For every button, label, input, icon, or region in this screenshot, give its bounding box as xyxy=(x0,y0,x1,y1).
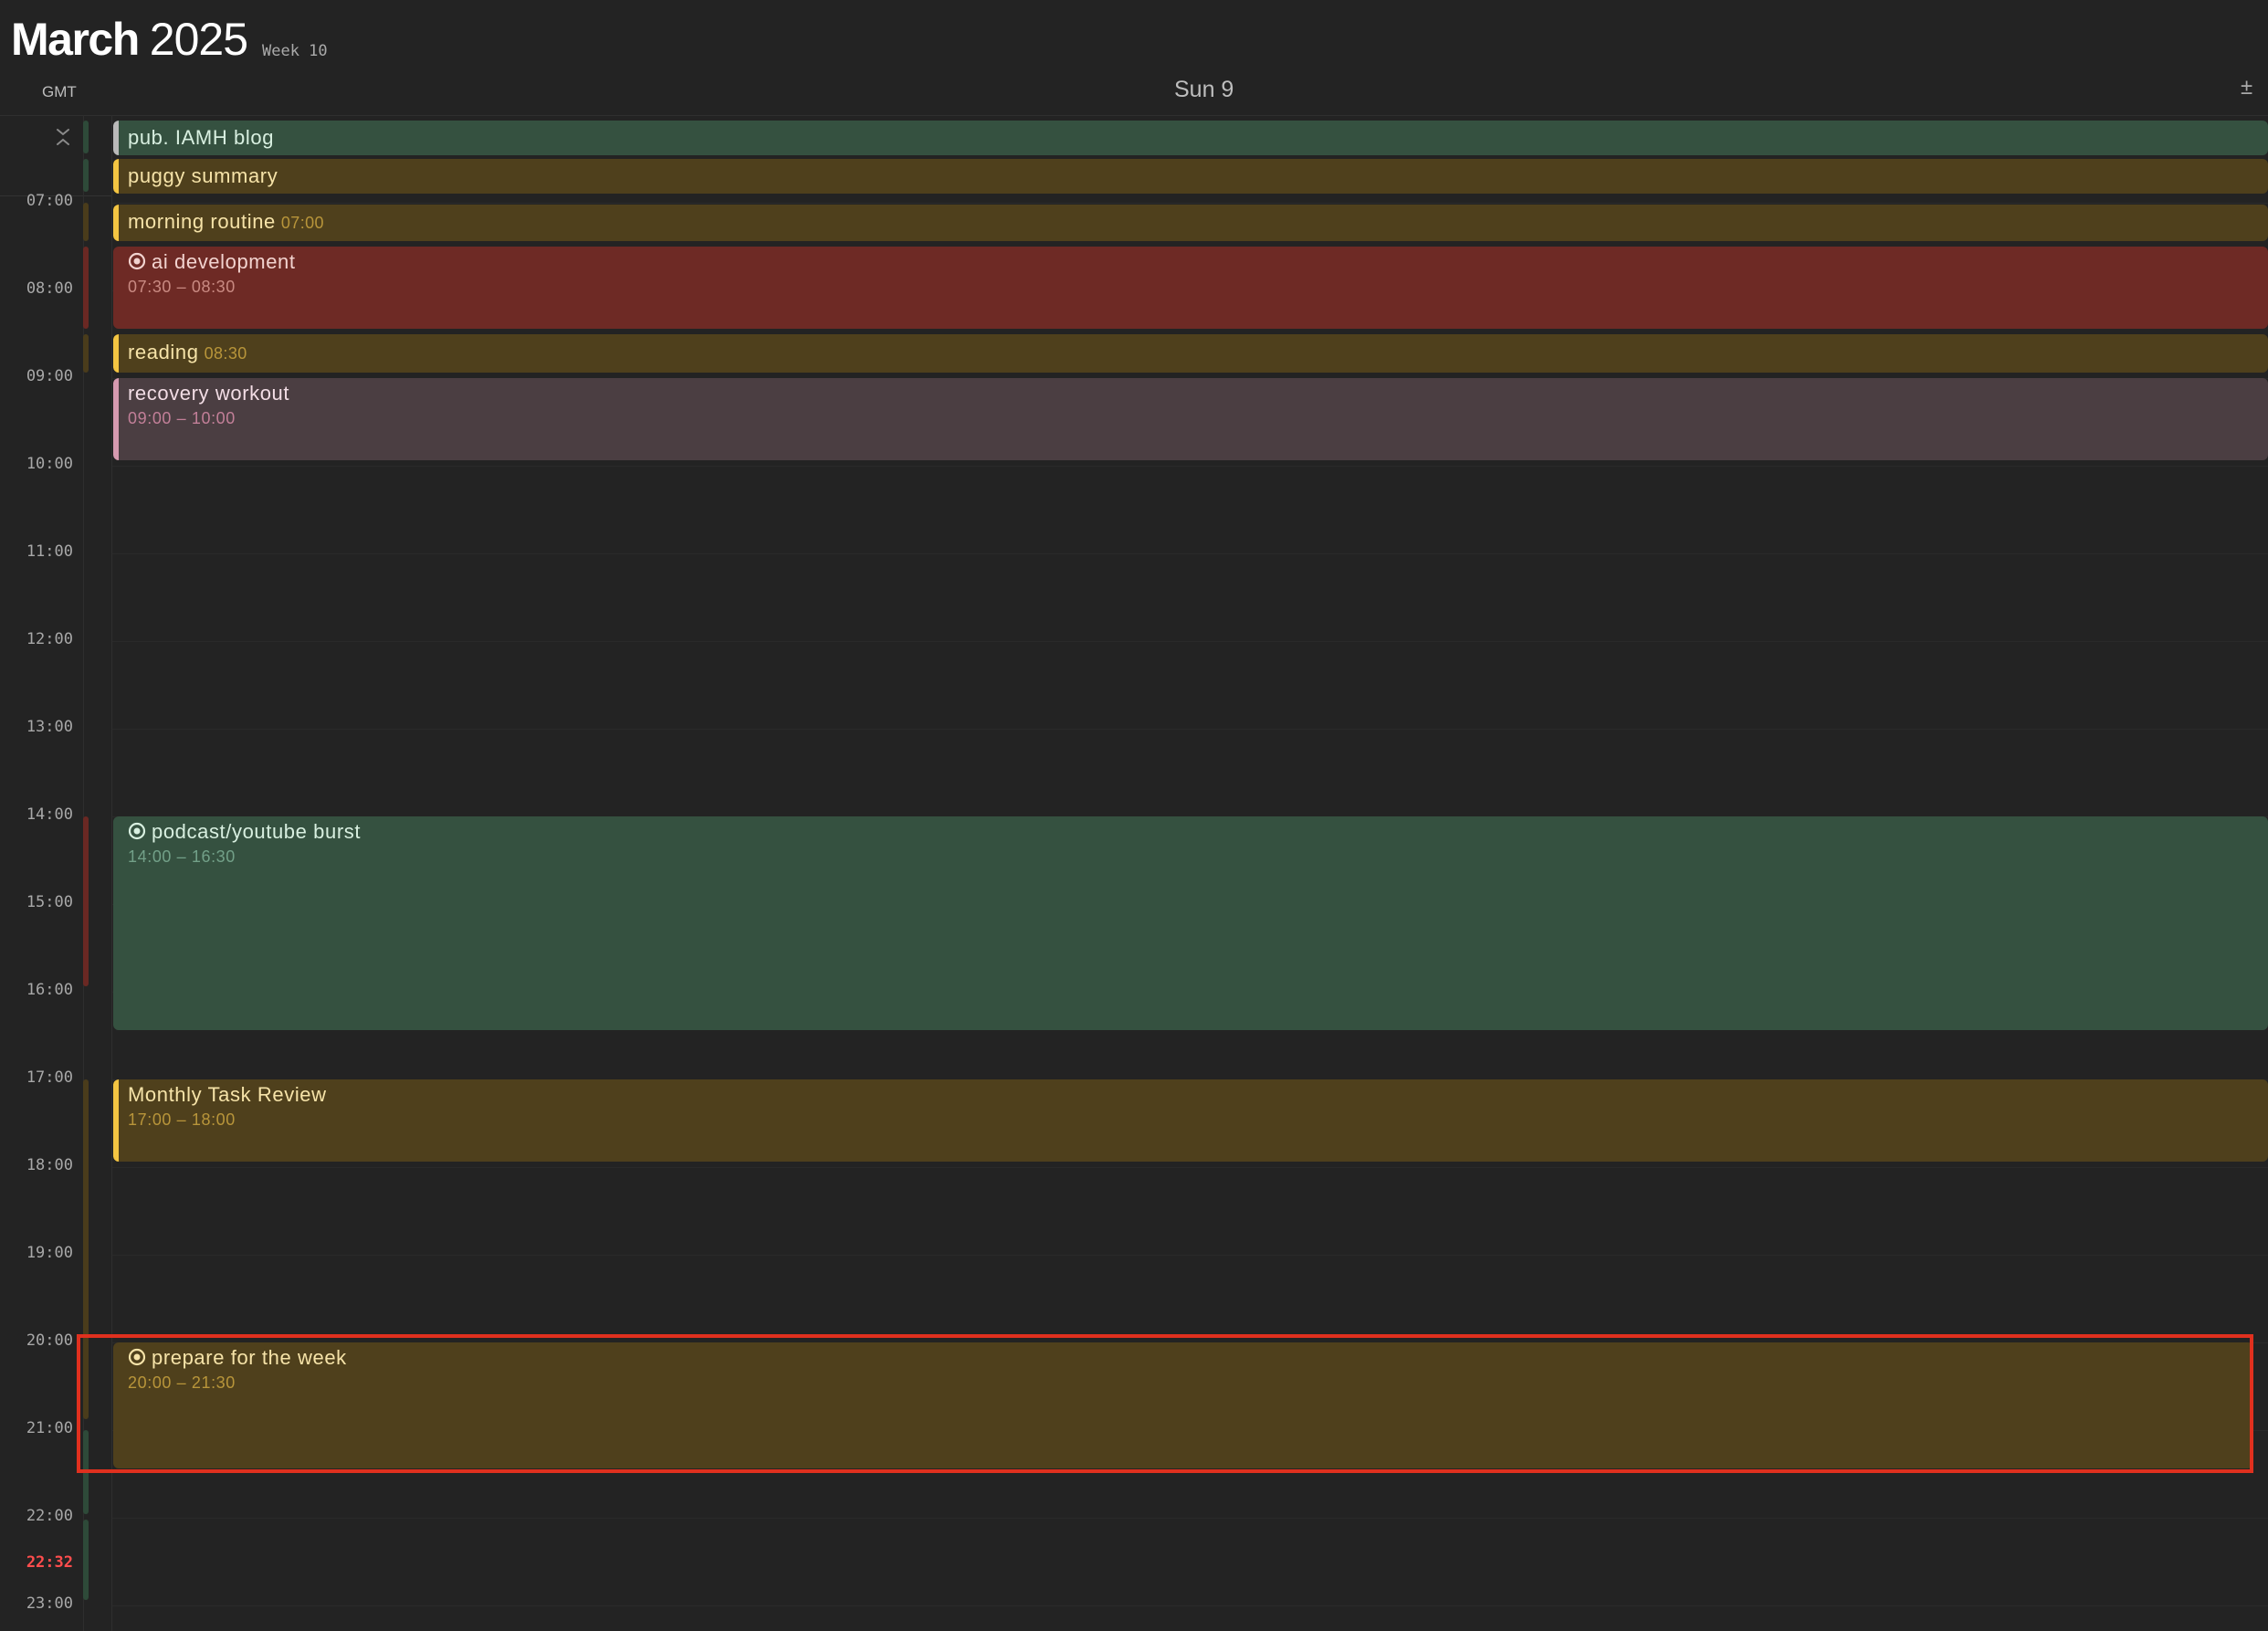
hour-gridline xyxy=(112,1167,2268,1168)
hour-label: 07:00 xyxy=(26,192,73,210)
selection-highlight xyxy=(77,1334,2253,1473)
hour-label: 08:00 xyxy=(26,279,73,298)
hour-gridline xyxy=(112,729,2268,730)
timeline-marker xyxy=(83,1520,89,1600)
hour-label: 10:00 xyxy=(26,455,73,473)
hour-label: 17:00 xyxy=(26,1068,73,1087)
target-icon xyxy=(128,252,146,276)
event-time: 09:00 – 10:00 xyxy=(128,409,236,427)
hour-gridline xyxy=(112,1518,2268,1519)
zoom-toggle-icon[interactable]: ± xyxy=(2241,75,2252,100)
event-time: 08:30 xyxy=(204,344,247,363)
event-title: reading xyxy=(128,341,199,363)
event-color-bar xyxy=(113,334,119,373)
hour-label: 14:00 xyxy=(26,805,73,824)
hour-label: 15:00 xyxy=(26,893,73,911)
event-time: 07:30 – 08:30 xyxy=(128,278,236,296)
event-title: podcast/youtube burst xyxy=(152,820,362,843)
current-time-label: 22:32 xyxy=(26,1553,73,1572)
event-color-bar xyxy=(113,1079,119,1162)
hour-label: 19:00 xyxy=(26,1244,73,1262)
timeline-marker xyxy=(83,816,89,986)
all-day-event[interactable]: puggy summary xyxy=(113,159,2268,194)
timeline-marker xyxy=(83,247,89,329)
hour-gridline xyxy=(112,641,2268,642)
event-time: 07:00 xyxy=(280,214,324,232)
calendar-event[interactable]: reading 08:30 xyxy=(113,334,2268,373)
calendar-header: March 2025 Week 10 xyxy=(11,7,328,66)
event-color-bar xyxy=(113,205,119,241)
timeline-marker xyxy=(83,203,89,241)
hour-gridline xyxy=(112,1605,2268,1606)
timeline-marker xyxy=(83,334,89,373)
day-header[interactable]: Sun 9 xyxy=(1174,77,1234,103)
event-title: recovery workout xyxy=(128,382,290,405)
hour-gridline xyxy=(112,203,2268,204)
hour-label: 09:00 xyxy=(26,367,73,385)
event-title: morning routine xyxy=(128,210,276,233)
hour-label: 16:00 xyxy=(26,981,73,999)
event-title: pub. IAMH blog xyxy=(128,126,275,149)
year-title: 2025 xyxy=(149,14,248,65)
event-time: 17:00 – 18:00 xyxy=(128,1110,236,1129)
timeline-marker xyxy=(83,159,89,192)
timezone-label: GMT xyxy=(42,83,77,100)
hour-label: 21:00 xyxy=(26,1419,73,1437)
collapse-all-day-icon[interactable] xyxy=(53,124,73,150)
event-title: Monthly Task Review xyxy=(128,1083,327,1106)
event-time: 14:00 – 16:30 xyxy=(128,847,236,866)
event-color-bar xyxy=(113,159,119,194)
hour-label: 12:00 xyxy=(26,630,73,648)
event-title: ai development xyxy=(152,250,296,273)
hour-label: 13:00 xyxy=(26,718,73,736)
hour-label: 23:00 xyxy=(26,1594,73,1613)
calendar-event[interactable]: recovery workout 09:00 – 10:00 xyxy=(113,378,2268,460)
week-number: Week 10 xyxy=(262,42,328,60)
header-divider xyxy=(0,115,2268,116)
calendar-event[interactable]: morning routine 07:00 xyxy=(113,205,2268,241)
hour-gridline xyxy=(112,553,2268,554)
hour-label: 18:00 xyxy=(26,1156,73,1174)
hour-label: 11:00 xyxy=(26,542,73,561)
event-color-bar xyxy=(113,378,119,460)
hour-gridline xyxy=(112,1255,2268,1256)
timeline-marker xyxy=(83,121,89,153)
month-title: March xyxy=(11,14,140,65)
calendar-event[interactable]: Monthly Task Review 17:00 – 18:00 xyxy=(113,1079,2268,1162)
hour-gridline xyxy=(112,466,2268,467)
event-color-bar xyxy=(113,121,119,155)
calendar-event[interactable]: podcast/youtube burst 14:00 – 16:30 xyxy=(113,816,2268,1030)
hour-label: 20:00 xyxy=(26,1331,73,1350)
hour-label: 22:00 xyxy=(26,1507,73,1525)
target-icon xyxy=(128,822,146,846)
event-title: puggy summary xyxy=(128,164,278,187)
all-day-event[interactable]: pub. IAMH blog xyxy=(113,121,2268,155)
calendar-event[interactable]: ai development 07:30 – 08:30 xyxy=(113,247,2268,329)
